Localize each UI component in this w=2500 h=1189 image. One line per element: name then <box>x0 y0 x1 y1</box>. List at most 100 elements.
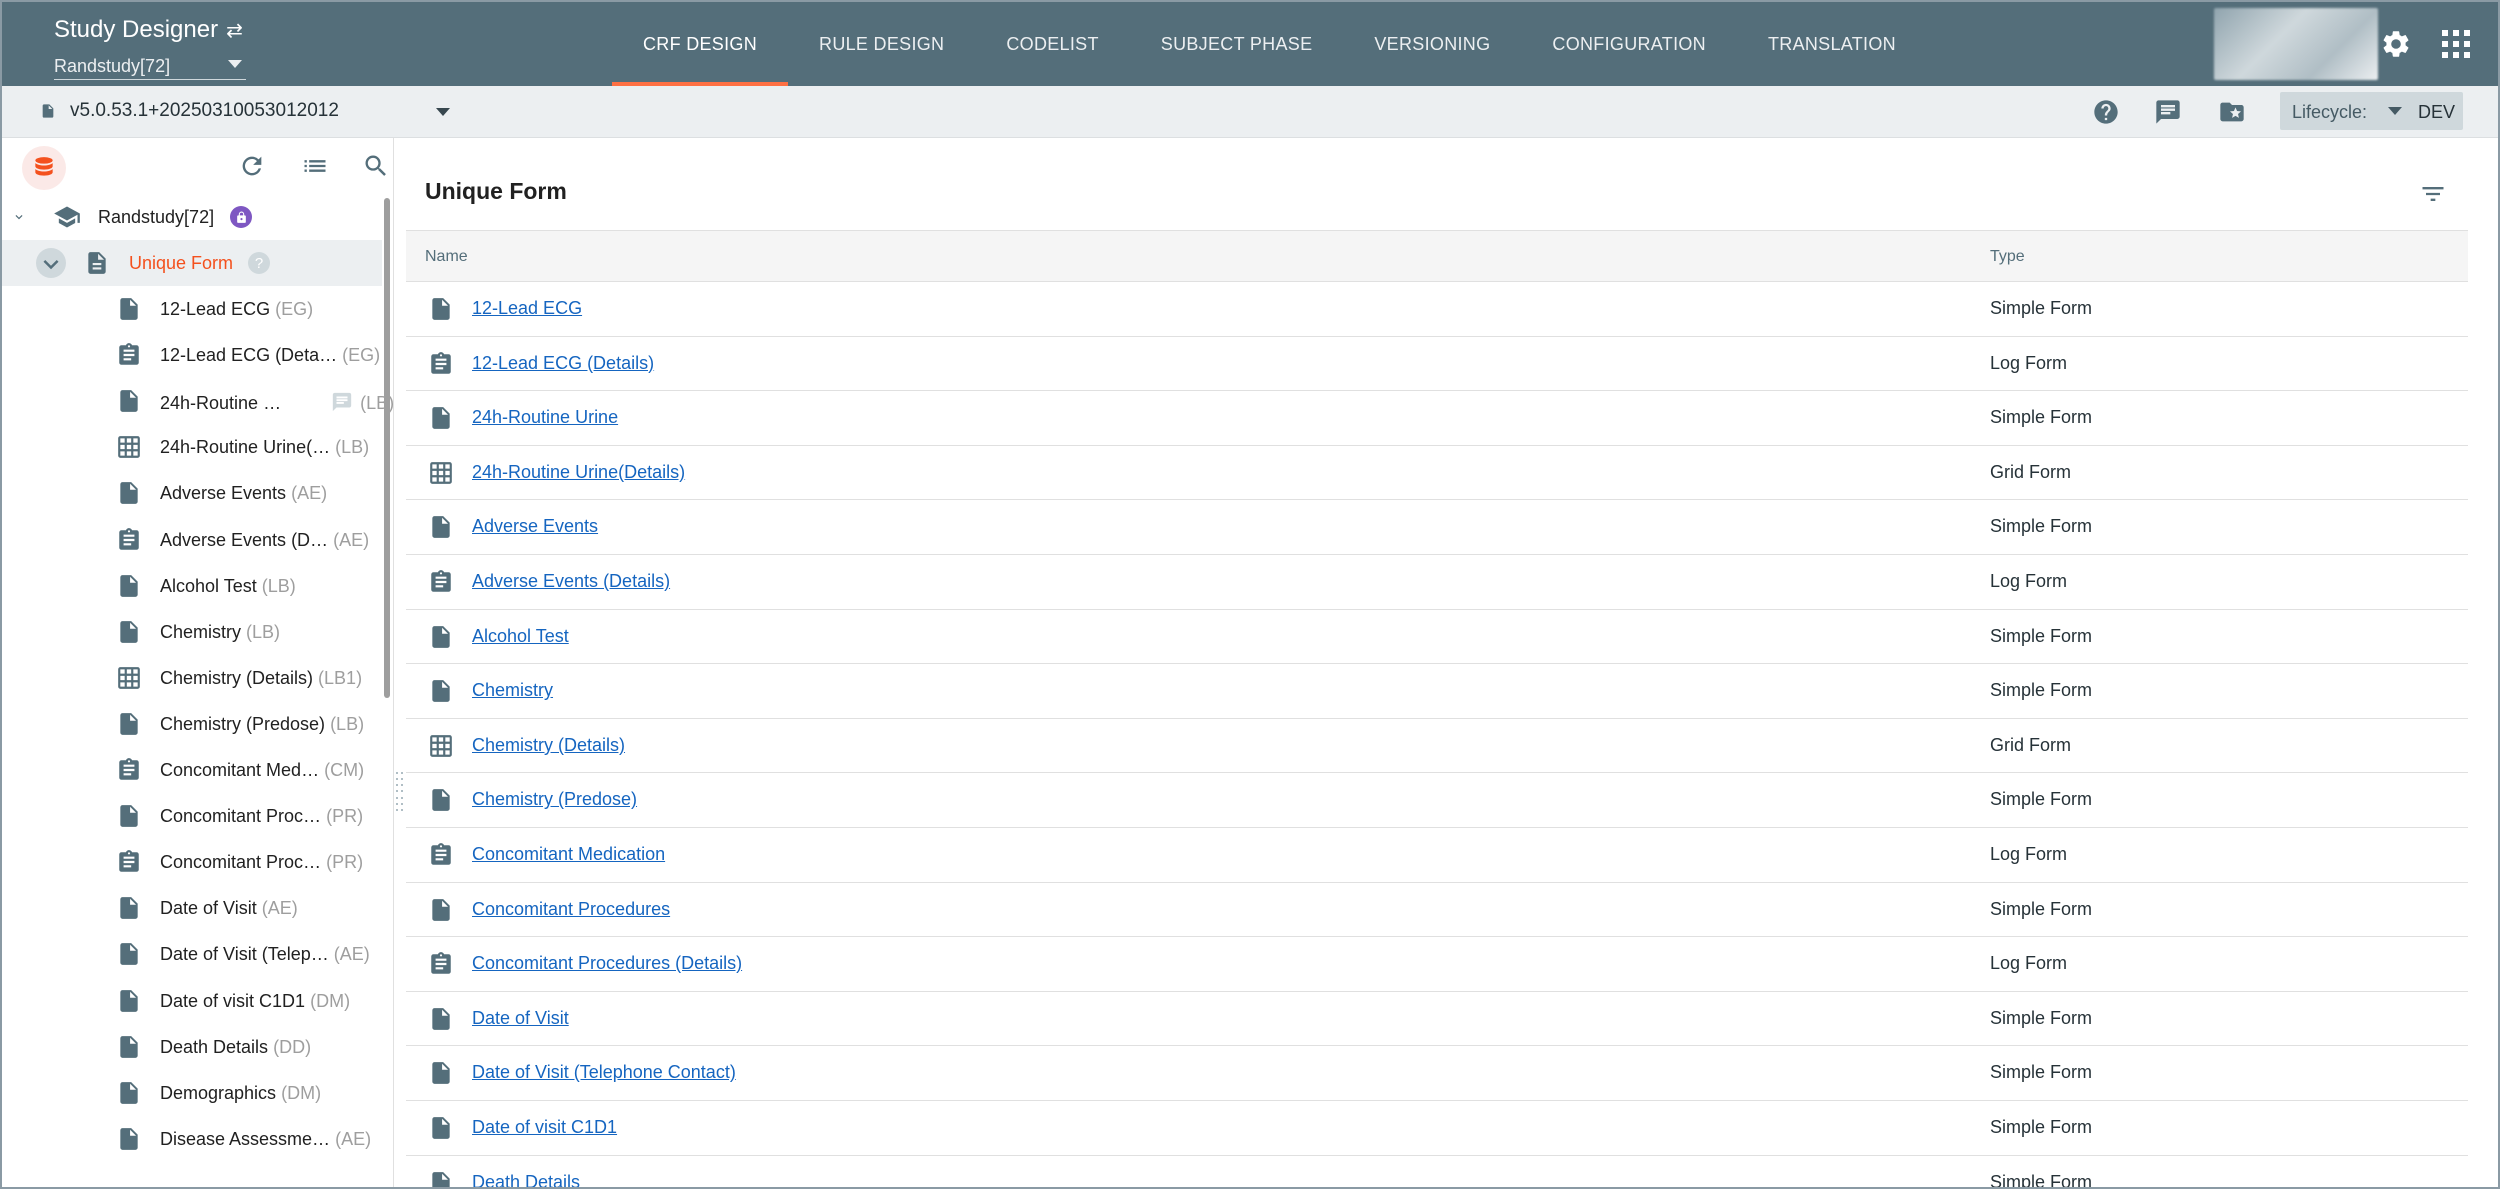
table-row[interactable]: Alcohol Test Simple Form <box>406 610 2468 665</box>
form-name-link[interactable]: Concomitant Medication <box>472 844 665 865</box>
form-type: Simple Form <box>1990 1007 2093 1028</box>
help-badge-icon[interactable]: ? <box>248 252 270 274</box>
tree-item[interactable]: Concomitant Proc… (PR) <box>2 793 382 839</box>
table-row[interactable]: Adverse Events Simple Form <box>406 500 2468 555</box>
panel-splitter-handle[interactable] <box>396 772 404 812</box>
folder-star-icon[interactable] <box>2218 98 2246 126</box>
lifecycle-select[interactable]: Lifecycle: DEV <box>2280 92 2463 130</box>
tree-item[interactable]: 12-Lead ECG (EG) <box>2 286 382 332</box>
search-icon[interactable] <box>362 152 390 180</box>
tree-item[interactable]: 24h-Routine Urine(… (LB) <box>2 424 382 470</box>
table-row[interactable]: Chemistry Simple Form <box>406 664 2468 719</box>
tree-item-unique-form[interactable]: Unique Form ? <box>2 240 382 286</box>
form-name-link[interactable]: Death Details <box>472 1172 580 1187</box>
table-row[interactable]: 24h-Routine Urine(Details) Grid Form <box>406 446 2468 501</box>
refresh-icon[interactable] <box>238 152 266 180</box>
table-row[interactable]: Death Details Simple Form <box>406 1156 2468 1189</box>
list-icon[interactable] <box>300 152 330 180</box>
help-icon[interactable] <box>2092 98 2120 126</box>
tree-item[interactable]: Alcohol Test (LB) <box>2 563 382 609</box>
table-row[interactable]: Concomitant Procedures (Details) Log Form <box>406 937 2468 992</box>
column-header-type[interactable]: Type <box>1990 248 2025 266</box>
form-name-link[interactable]: Alcohol Test <box>472 626 569 647</box>
comment-icon[interactable] <box>330 391 354 418</box>
table-row[interactable]: Concomitant Medication Log Form <box>406 828 2468 883</box>
tree-item[interactable]: Concomitant Med… (CM) <box>2 747 382 793</box>
tab-crf-design[interactable]: CRF DESIGN <box>612 2 789 86</box>
table-row[interactable]: Concomitant Procedures Simple Form <box>406 883 2468 938</box>
form-name-link[interactable]: 24h-Routine Urine <box>472 407 618 428</box>
tree-item-name: Concomitant Med… <box>160 760 320 780</box>
tree-item[interactable]: Disease Assessme… (AE) <box>2 1116 382 1162</box>
tree-item[interactable]: Date of Visit (AE) <box>2 885 382 931</box>
document-icon <box>42 104 54 118</box>
tab-codelist[interactable]: CODELIST <box>975 2 1129 86</box>
collapse-toggle[interactable] <box>36 248 66 278</box>
tree-item-code: (DD) <box>273 1036 312 1057</box>
form-name-link[interactable]: Concomitant Procedures <box>472 899 670 920</box>
database-icon[interactable] <box>22 146 66 190</box>
tree-item[interactable]: 24h-Routine … (LB) <box>2 378 393 424</box>
form-name-link[interactable]: Chemistry (Details) <box>472 735 625 756</box>
tree-item[interactable]: Chemistry (Predose) (LB) <box>2 701 382 747</box>
sidebar-scrollbar[interactable] <box>384 198 390 698</box>
tab-configuration[interactable]: CONFIGURATION <box>1521 2 1737 86</box>
tree-item[interactable]: 12-Lead ECG (Deta… (EG) <box>2 332 382 378</box>
apps-grid-icon[interactable] <box>2442 30 2470 58</box>
chevron-down-icon[interactable] <box>436 108 450 116</box>
study-select[interactable]: Randstudy[72] <box>54 54 246 80</box>
filter-icon[interactable] <box>2418 180 2448 208</box>
tree-item[interactable]: Death Details (DD) <box>2 1024 382 1070</box>
table-row[interactable]: 12-Lead ECG (Details) Log Form <box>406 337 2468 392</box>
table-row[interactable]: Date of Visit Simple Form <box>406 992 2468 1047</box>
tree-root[interactable]: Randstudy[72] <box>2 194 382 240</box>
form-name-link[interactable]: Chemistry <box>472 680 553 701</box>
tree-item[interactable]: Adverse Events (AE) <box>2 470 382 516</box>
table-row[interactable]: 12-Lead ECG Simple Form <box>406 282 2468 337</box>
chevron-down-icon[interactable] <box>12 210 26 224</box>
document-icon <box>120 713 138 735</box>
tab-translation[interactable]: TRANSLATION <box>1737 2 1927 86</box>
tree-item[interactable]: Concomitant Proc… (PR) <box>2 839 382 885</box>
tree-item-label: Date of Visit (AE) <box>160 898 298 919</box>
tree-item-label: Adverse Events (D… (AE) <box>160 530 369 551</box>
tree-item-code: (LB1) <box>318 667 363 688</box>
form-name-link[interactable]: 12-Lead ECG <box>472 298 582 319</box>
form-name-link[interactable]: Adverse Events <box>472 516 598 537</box>
table-row[interactable]: Adverse Events (Details) Log Form <box>406 555 2468 610</box>
form-type: Simple Form <box>1990 1171 2093 1189</box>
form-name-link[interactable]: Date of Visit (Telephone Contact) <box>472 1062 736 1083</box>
version-select[interactable]: v5.0.53.1+20250310053012012 <box>40 100 339 122</box>
gear-icon[interactable] <box>2380 28 2412 60</box>
form-name-link[interactable]: 12-Lead ECG (Details) <box>472 353 654 374</box>
avatar[interactable] <box>2214 8 2378 80</box>
graduation-cap-icon <box>54 206 80 228</box>
tree-item[interactable]: Date of Visit (Telep… (AE) <box>2 931 382 977</box>
table-row[interactable]: Chemistry (Predose) Simple Form <box>406 773 2468 828</box>
comment-icon[interactable] <box>2154 98 2182 126</box>
table-row[interactable]: Date of Visit (Telephone Contact) Simple … <box>406 1046 2468 1101</box>
tree-item-label: 12-Lead ECG (Deta… (EG) <box>160 345 380 366</box>
form-name-link[interactable]: 24h-Routine Urine(Details) <box>472 462 685 483</box>
tree-item[interactable]: Chemistry (LB) <box>2 609 382 655</box>
form-name-link[interactable]: Chemistry (Predose) <box>472 789 637 810</box>
tree-item[interactable]: Demographics (DM) <box>2 1070 382 1116</box>
table-row[interactable]: Chemistry (Details) Grid Form <box>406 719 2468 774</box>
tree-item-label: Adverse Events (AE) <box>160 483 327 504</box>
tab-versioning[interactable]: VERSIONING <box>1343 2 1521 86</box>
form-name-link[interactable]: Date of visit C1D1 <box>472 1117 617 1138</box>
form-name-link[interactable]: Date of Visit <box>472 1008 569 1029</box>
table-row[interactable]: 24h-Routine Urine Simple Form <box>406 391 2468 446</box>
swap-icon[interactable]: ⇄ <box>226 18 243 43</box>
tree-item-label: Alcohol Test (LB) <box>160 576 296 597</box>
tree-item[interactable]: Adverse Events (D… (AE) <box>2 517 382 563</box>
tree-item[interactable]: Chemistry (Details) (LB1) <box>2 655 382 701</box>
form-name-link[interactable]: Adverse Events (Details) <box>472 571 670 592</box>
tab-rule-design[interactable]: RULE DESIGN <box>788 2 975 86</box>
form-name-link[interactable]: Concomitant Procedures (Details) <box>472 953 742 974</box>
table-row[interactable]: Date of visit C1D1 Simple Form <box>406 1101 2468 1156</box>
column-header-name[interactable]: Name <box>425 248 468 266</box>
tree-item[interactable]: Date of visit C1D1 (DM) <box>2 978 382 1024</box>
tab-subject-phase[interactable]: SUBJECT PHASE <box>1130 2 1344 86</box>
clipboard-icon <box>431 570 451 592</box>
